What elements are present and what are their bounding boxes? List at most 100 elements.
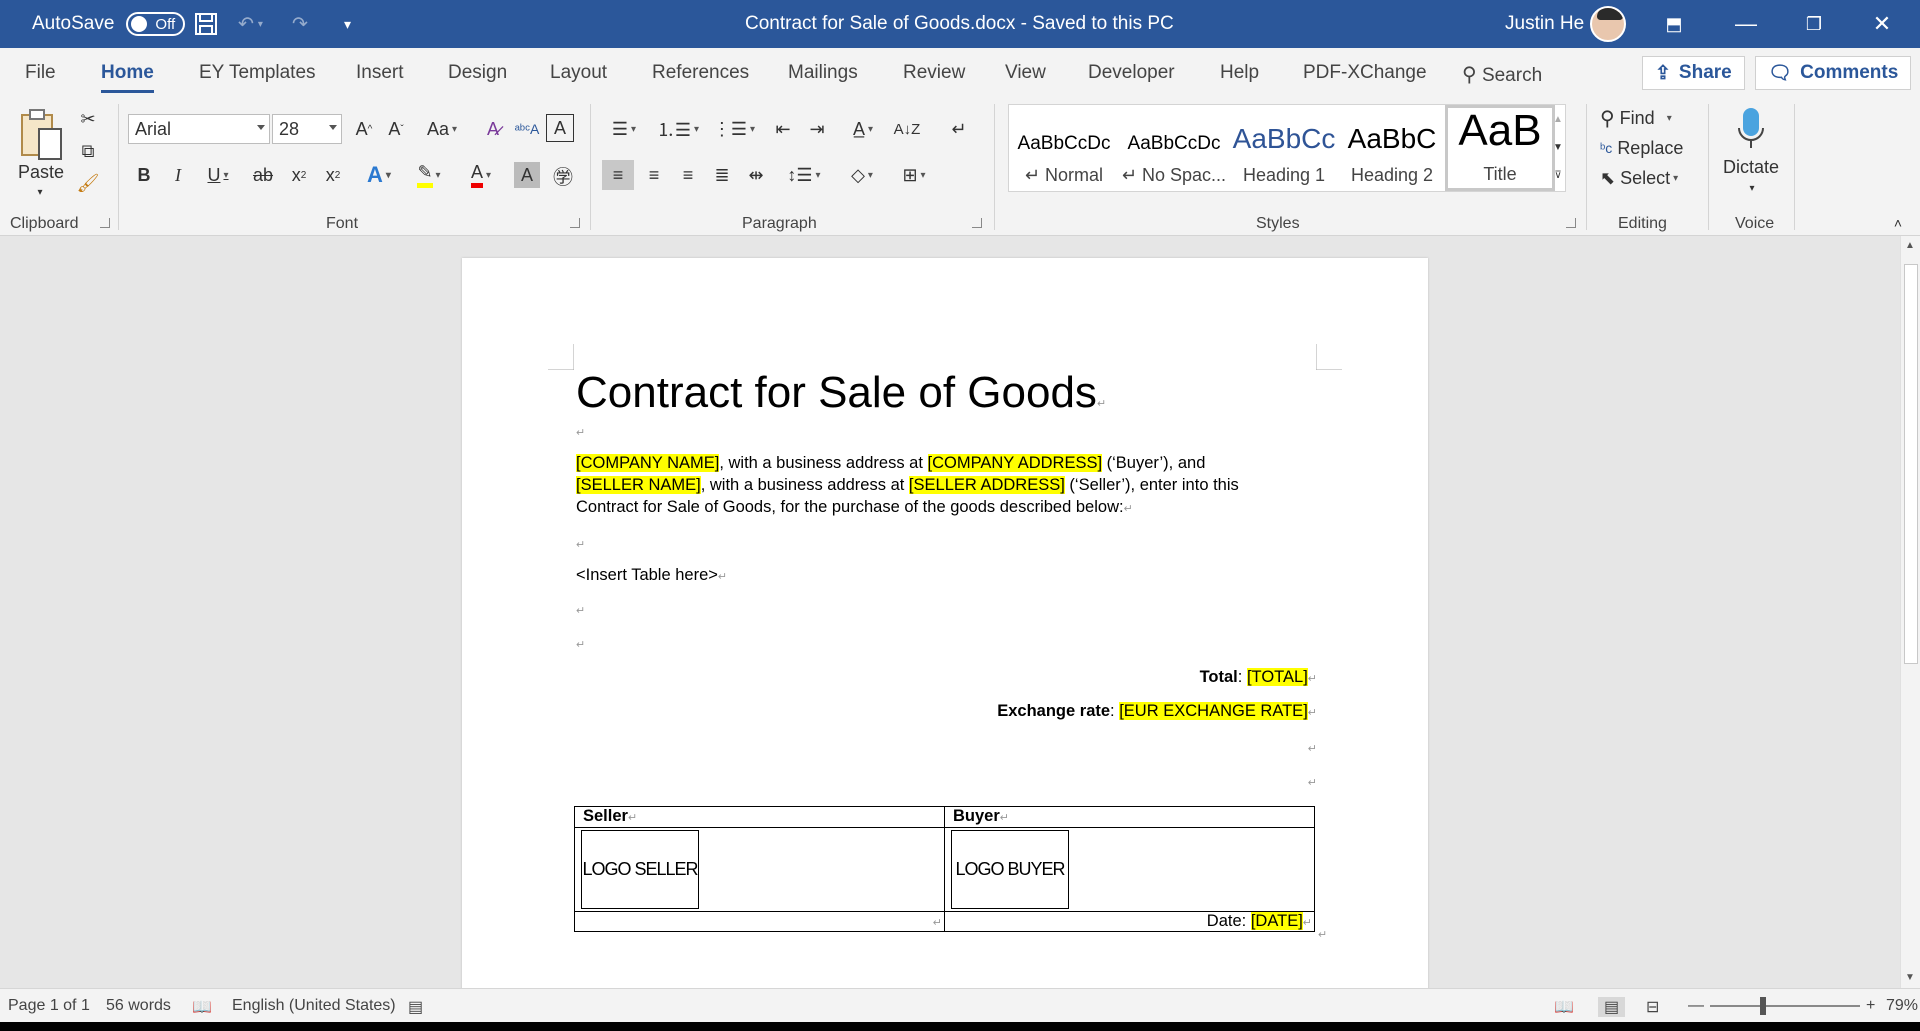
table-cell[interactable]: LOGO BUYER bbox=[944, 827, 1315, 912]
customize-qat-icon[interactable]: ▾ bbox=[344, 0, 351, 48]
font-color-icon[interactable]: A ▾ bbox=[460, 160, 502, 190]
bold-icon[interactable]: B bbox=[130, 160, 158, 190]
increase-indent-icon[interactable]: ⇥ bbox=[802, 114, 832, 144]
select-button[interactable]: ⬉ Select ▾ bbox=[1600, 164, 1678, 192]
find-button[interactable]: ⚲ Find ▾ bbox=[1600, 104, 1672, 132]
distributed-icon[interactable]: ⇹ bbox=[740, 160, 772, 190]
zoom-in-icon[interactable]: + bbox=[1866, 997, 1875, 1015]
table-cell[interactable]: ↵ bbox=[574, 911, 945, 932]
enclose-characters-icon[interactable]: ㊫ bbox=[548, 160, 578, 190]
tab-references[interactable]: References bbox=[652, 62, 749, 84]
show-formatting-icon[interactable]: ↵ bbox=[944, 114, 974, 144]
style-heading-1[interactable]: AaBbCᴄ Heading 1 bbox=[1229, 105, 1339, 191]
document-page[interactable]: Contract for Sale of Goods↵ ↵ [COMPANY N… bbox=[462, 258, 1428, 988]
share-button[interactable]: ⇪ Share bbox=[1642, 56, 1745, 90]
tab-home[interactable]: Home bbox=[101, 62, 154, 93]
avatar[interactable] bbox=[1590, 0, 1626, 48]
styles-more-icon[interactable]: ⊽ bbox=[1548, 162, 1568, 188]
multilevel-list-icon[interactable]: ⋮☰ ▾ bbox=[712, 114, 756, 144]
underline-icon[interactable]: U ▾ bbox=[198, 160, 238, 190]
ribbon-display-options-icon[interactable]: ⬒ bbox=[1640, 0, 1708, 48]
shrink-font-icon[interactable]: Aˇ bbox=[382, 114, 410, 144]
comments-button[interactable]: 🗨 Comments bbox=[1755, 56, 1912, 90]
change-case-icon[interactable]: Aa ▾ bbox=[420, 114, 464, 144]
total-line[interactable]: Total: [TOTAL]↵ bbox=[576, 666, 1317, 690]
macro-icon[interactable]: ▤ bbox=[408, 997, 423, 1017]
italic-icon[interactable]: I bbox=[164, 160, 192, 190]
format-painter-icon[interactable]: 🖌 bbox=[74, 170, 102, 196]
dictate-button[interactable]: Dictate bbox=[1716, 154, 1786, 180]
tab-developer[interactable]: Developer bbox=[1088, 62, 1175, 84]
strikethrough-icon[interactable]: ab bbox=[248, 160, 278, 190]
bullets-icon[interactable]: ☰ ▾ bbox=[604, 114, 644, 144]
font-name-field[interactable]: Arial bbox=[128, 114, 270, 144]
replace-button[interactable]: ᵇc Replace bbox=[1600, 134, 1683, 162]
restore-button[interactable]: ❐ bbox=[1780, 0, 1848, 48]
table-cell[interactable]: LOGO SELLER bbox=[574, 827, 945, 912]
close-button[interactable]: ✕ bbox=[1848, 0, 1916, 48]
decrease-indent-icon[interactable]: ⇤ bbox=[768, 114, 798, 144]
autosave-toggle[interactable]: Off bbox=[126, 12, 186, 36]
phonetic-guide-icon[interactable]: ᵃᵇᶜA bbox=[512, 114, 542, 144]
zoom-level[interactable]: 79% bbox=[1886, 997, 1918, 1015]
align-left-icon[interactable]: ≡ bbox=[602, 160, 634, 190]
numbering-icon[interactable]: ⒈☰ ▾ bbox=[656, 114, 700, 144]
align-right-icon[interactable]: ≡ bbox=[672, 160, 704, 190]
insert-table-paragraph[interactable]: <Insert Table here>↵ bbox=[576, 564, 727, 588]
table-cell[interactable]: Date: [DATE]↵ bbox=[944, 911, 1315, 932]
signature-table[interactable]: Seller↵ Buyer↵ LOGO SELLER LOGO BUYER ↵ … bbox=[574, 806, 1315, 932]
align-center-icon[interactable]: ≡ bbox=[638, 160, 670, 190]
intro-line-3[interactable]: Contract for Sale of Goods, for the purc… bbox=[576, 496, 1133, 520]
font-size-field[interactable]: 28 bbox=[272, 114, 342, 144]
asian-layout-icon[interactable]: A̲ ▾ bbox=[842, 114, 884, 144]
zoom-slider[interactable] bbox=[1710, 1005, 1860, 1007]
character-shading-icon[interactable]: A bbox=[514, 162, 540, 188]
proofing-icon[interactable]: 📖 bbox=[192, 997, 212, 1017]
paste-button[interactable]: Paste bbox=[14, 160, 68, 184]
styles-launcher-icon[interactable] bbox=[1566, 218, 1576, 228]
tab-design[interactable]: Design bbox=[448, 62, 507, 84]
tab-insert[interactable]: Insert bbox=[356, 62, 404, 84]
page-count[interactable]: Page 1 of 1 bbox=[8, 997, 90, 1015]
tab-layout[interactable]: Layout bbox=[550, 62, 607, 84]
word-count[interactable]: 56 words bbox=[106, 997, 171, 1015]
exchange-rate-line[interactable]: Exchange rate: [EUR EXCHANGE RATE]↵ bbox=[576, 700, 1317, 724]
scroll-thumb[interactable] bbox=[1904, 264, 1918, 664]
minimize-button[interactable]: — bbox=[1712, 0, 1780, 48]
tab-pdf-xchange[interactable]: PDF-XChange bbox=[1303, 62, 1427, 84]
table-cell[interactable]: Seller↵ bbox=[574, 806, 945, 828]
sort-icon[interactable]: A↓Z bbox=[892, 114, 922, 144]
superscript-icon[interactable]: x2 bbox=[318, 160, 348, 190]
text-effects-icon[interactable]: A ▾ bbox=[358, 160, 400, 190]
styles-scroll-down-icon[interactable]: ▼ bbox=[1548, 134, 1568, 160]
tab-review[interactable]: Review bbox=[903, 62, 965, 84]
paragraph-launcher-icon[interactable] bbox=[972, 218, 982, 228]
logo-buyer[interactable]: LOGO BUYER bbox=[951, 830, 1069, 909]
cut-icon[interactable]: ✂ bbox=[74, 106, 102, 132]
highlight-color-icon[interactable]: ✎ ▾ bbox=[408, 160, 450, 190]
scroll-down-icon[interactable]: ▼ bbox=[1905, 972, 1915, 983]
intro-line-2[interactable]: [SELLER NAME], with a business address a… bbox=[576, 474, 1239, 496]
intro-line-1[interactable]: [COMPANY NAME], with a business address … bbox=[576, 452, 1205, 474]
style-heading-2[interactable]: AaBbC Heading 2 bbox=[1337, 105, 1447, 191]
language[interactable]: English (United States) bbox=[232, 997, 396, 1015]
line-spacing-icon[interactable]: ↕☰ ▾ bbox=[782, 160, 826, 190]
scroll-up-icon[interactable]: ▲ bbox=[1905, 240, 1915, 251]
borders-icon[interactable]: ⊞ ▾ bbox=[892, 160, 936, 190]
user-name[interactable]: Justin He bbox=[1505, 0, 1584, 48]
undo-icon[interactable]: ↶ ▾ bbox=[238, 0, 263, 48]
save-icon[interactable] bbox=[194, 0, 218, 48]
document-title-heading[interactable]: Contract for Sale of Goods↵ bbox=[576, 368, 1106, 418]
justify-icon[interactable]: ≣ bbox=[706, 160, 738, 190]
paste-dropdown-icon[interactable]: ▾ bbox=[30, 184, 50, 200]
character-border-icon[interactable]: A bbox=[546, 114, 574, 142]
document-area[interactable]: Contract for Sale of Goods↵ ↵ [COMPANY N… bbox=[0, 236, 1900, 988]
grow-font-icon[interactable]: A ^ bbox=[350, 114, 378, 144]
web-layout-icon[interactable]: ⊟ bbox=[1646, 997, 1659, 1017]
tab-ey-templates[interactable]: EY Templates bbox=[199, 62, 316, 84]
zoom-slider-thumb[interactable] bbox=[1760, 997, 1766, 1015]
shading-icon[interactable]: ◇ ▾ bbox=[840, 160, 884, 190]
tab-file[interactable]: File bbox=[25, 62, 56, 84]
style-normal[interactable]: AaBbCcDc ↵ Normal bbox=[1009, 105, 1119, 191]
microphone-icon[interactable] bbox=[1726, 104, 1776, 154]
